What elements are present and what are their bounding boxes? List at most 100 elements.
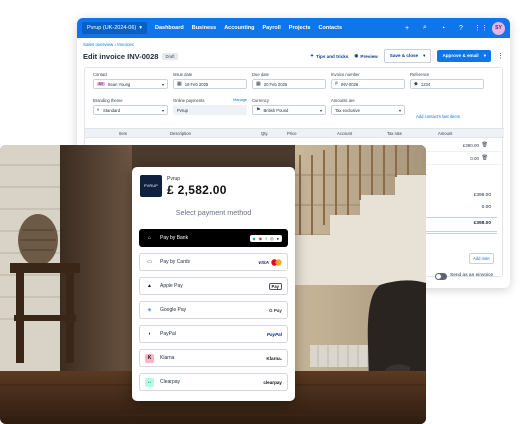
paypal-logo: PayPal [266,331,282,337]
bank-logos: ◆ ◉ ⌇ ◎ ● [249,234,282,242]
google-pay-logo: G Pay [268,307,282,313]
status-badge: Draft [162,52,178,60]
trash-icon[interactable]: 🗑 [482,155,488,161]
due-date-value: 20 Feb 2025 [263,81,288,87]
option-label: Pay by Cards [160,259,191,265]
reference-label: Reference [410,72,430,77]
online-payments-group: Online payments Manage Pvrup [173,98,247,115]
branding-select[interactable]: ◐ Standard ▾ [93,105,168,115]
amounts-group: Amounts are Tax exclusive ▾ [331,98,405,115]
approve-email-button[interactable]: Approve & email ▾ [437,50,491,62]
save-close-button[interactable]: Save & close ▾ [383,49,432,63]
search-icon[interactable]: ⌕ [420,24,430,32]
nav-contacts[interactable]: Contacts [319,25,343,31]
currency-label: Currency [252,98,269,103]
pay-by-bank-option[interactable]: ⌂ Pay by Bank ◆ ◉ ⌇ ◎ ● [139,229,288,247]
issue-date-value: 19 Feb 2025 [184,81,209,87]
option-label: Pay by Bank [160,235,189,241]
contact-field[interactable]: SY Sean Young ▾ [93,79,168,89]
google-pay-option[interactable]: ◈ Google Pay G Pay [139,301,288,319]
bank-logo-icon: ⌇ [265,235,268,241]
contact-group: Contact SY Sean Young ▾ [93,72,168,89]
palette-icon: ◐ [97,107,101,113]
due-date-label: Due date [252,72,269,77]
eye-icon: ◉ [354,53,359,58]
column-header-qty: Qty. [261,131,269,136]
amounts-select[interactable]: Tax exclusive ▾ [331,105,405,115]
tax-value: 0.00 [481,205,491,210]
reference-value: 1234 [420,81,431,87]
bank-icon: ⌂ [147,235,152,241]
currency-group: Currency ⚑ British Pound ▾ [252,98,326,115]
klarna-option[interactable]: K Klarna Klarna. [139,349,288,367]
merchant-info: Pvrup £ 2,582.00 [167,176,227,197]
preview-label: Preview [360,53,378,59]
contact-label: Contact [93,72,108,77]
amounts-label: Amounts are [331,98,355,103]
branding-label: Branding theme [93,98,123,103]
page-title: Edit invoice INV-0028 [83,51,159,61]
column-header-item: Item [119,131,128,136]
online-payments-value: Pvrup [177,107,188,113]
paypal-option[interactable]: ◗ PayPal PayPal [139,325,288,343]
reference-field[interactable]: ◆ 1234 [410,79,484,89]
due-date-field[interactable]: ▦ 20 Feb 2025 [252,79,326,89]
visa-logo: VISA [258,259,269,265]
bank-logo-icon: ◉ [258,235,263,241]
lightbulb-icon: ✦ [310,53,315,58]
avatar[interactable]: SY [492,21,505,35]
invoice-number-field[interactable]: # INV-0028 [331,79,405,89]
apple-pay-option[interactable]: ▲ Apple Pay Pay [139,277,288,295]
add-note-button[interactable]: Add note [469,253,494,264]
chevron-down-icon[interactable]: ▾ [423,53,425,59]
nav-dashboard[interactable]: Dashboard [155,25,184,31]
hash-icon: # [335,81,338,87]
apps-grid-icon[interactable]: ⋮⋮ [474,24,488,32]
chevron-down-icon: ▾ [398,107,401,113]
manage-link[interactable]: Manage [233,98,247,102]
issue-date-field[interactable]: ▦ 19 Feb 2025 [173,79,247,89]
approve-email-label: Approve & email [442,53,479,58]
add-icon[interactable]: + [402,25,412,32]
column-header-tax-rate: Tax rate [387,131,402,136]
due-date-group: Due date ▦ 20 Feb 2025 [252,72,326,89]
nav-payroll[interactable]: Payroll [262,25,280,31]
nav-projects[interactable]: Projects [289,25,311,31]
add-contact-items-link[interactable]: Add contact's last items [416,114,460,119]
payment-method-title: Select payment method [175,208,252,217]
notifications-icon[interactable]: ◔ [438,25,448,32]
subtotal-value: £398.00 [473,193,491,198]
line-items-header: Item Description Qty. Price Account Tax … [85,128,504,138]
breadcrumb[interactable]: Sales overview › Invoices [83,42,504,47]
summary-divider [415,217,497,218]
summary-divider [415,233,497,234]
option-label: Klarna [160,355,175,361]
bank-logo-icon: ◆ [252,235,256,241]
trash-icon[interactable]: 🗑 [482,142,488,148]
org-switcher[interactable]: Pvrup (UK-2024-06) ▾ [82,22,147,34]
nav-business[interactable]: Business [192,25,216,31]
row-amount: £390.00 [462,143,479,148]
amounts-value: Tax exclusive [335,107,360,113]
preview-button[interactable]: ◉ Preview [354,53,377,59]
nav-accounting[interactable]: Accounting [224,25,254,31]
more-options-icon[interactable]: ⋮ [497,52,504,60]
clearpay-option[interactable]: ↔ Clearpay clearpay [139,373,288,391]
currency-select[interactable]: ⚑ British Pound ▾ [252,105,326,115]
row-amount: 0.00 [470,156,479,161]
invoice-number-label: Invoice number [331,72,360,77]
chevron-down-icon[interactable]: ▾ [484,53,486,59]
column-header-description: Description [170,131,191,136]
chevron-down-icon: ▾ [161,107,164,113]
help-icon[interactable]: ? [456,25,466,32]
einvoice-toggle[interactable] [435,273,447,280]
invoice-number-group: Invoice number # INV-0028 [331,72,405,89]
tips-button[interactable]: ✦ Tips and tricks [310,53,348,59]
total-value: £398.00 [473,221,491,226]
klarna-logo: Klarna. [266,355,282,361]
online-payments-field[interactable]: Pvrup [173,105,247,115]
top-navigation: Pvrup (UK-2024-06) ▾ Dashboard Business … [77,18,510,38]
page-header: Sales overview › Invoices Edit invoice I… [77,38,510,63]
column-header-account: Account [337,131,353,136]
pay-by-cards-option[interactable]: ▭ Pay by Cards VISA [139,253,288,271]
